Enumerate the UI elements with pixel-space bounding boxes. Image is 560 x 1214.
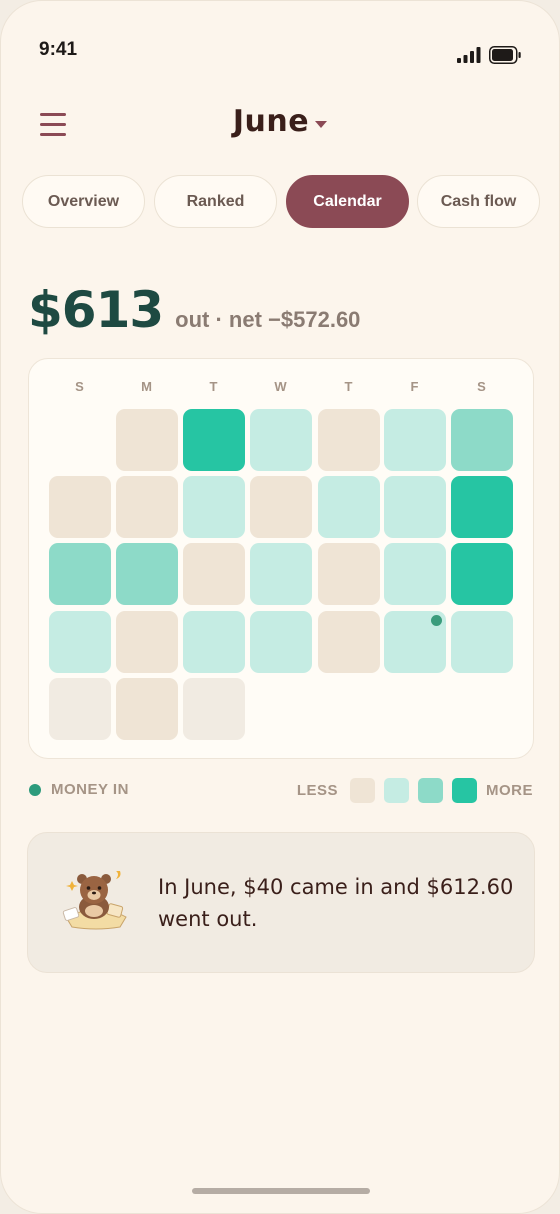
calendar-day-cell[interactable] xyxy=(451,476,513,538)
view-tabs: Overview Ranked Calendar Cash flow xyxy=(22,175,540,228)
calendar-day-cell[interactable] xyxy=(318,543,380,605)
calendar-heatmap: SMTWTFS xyxy=(28,358,534,759)
weekday-header: S xyxy=(75,379,85,394)
calendar-day-cell[interactable] xyxy=(116,678,178,740)
status-time: 9:41 xyxy=(39,39,78,60)
calendar-day-cell[interactable] xyxy=(250,611,312,673)
insight-card: In June, $40 came in and $612.60 went ou… xyxy=(27,832,535,973)
month-selector[interactable]: June xyxy=(1,104,559,139)
legend-swatch-high xyxy=(452,778,477,803)
legend-swatch-mid xyxy=(418,778,443,803)
calendar-day-cell[interactable] xyxy=(49,543,111,605)
calendar-day-cell[interactable] xyxy=(318,611,380,673)
spending-summary: $613 out · net −$572.60 xyxy=(28,281,360,339)
calendar-day-cell[interactable] xyxy=(49,611,111,673)
calendar-day-cell[interactable] xyxy=(250,543,312,605)
total-out-amount: $613 xyxy=(28,281,164,339)
calendar-day-cell[interactable] xyxy=(384,543,446,605)
calendar-day-cell xyxy=(183,678,245,740)
weekday-header: S xyxy=(477,379,487,394)
intensity-legend: LESS MORE xyxy=(297,778,533,803)
calendar-day-cell[interactable] xyxy=(250,476,312,538)
insight-text: In June, $40 came in and $612.60 went ou… xyxy=(158,875,514,931)
calendar-day-cell[interactable] xyxy=(183,611,245,673)
calendar-day-cell[interactable] xyxy=(318,409,380,471)
calendar-day-cell[interactable] xyxy=(451,543,513,605)
calendar-day-cell[interactable] xyxy=(183,543,245,605)
home-indicator[interactable] xyxy=(192,1188,370,1194)
tab-overview[interactable]: Overview xyxy=(22,175,145,228)
weekday-header: W xyxy=(274,379,288,394)
legend-swatch-none xyxy=(350,778,375,803)
battery-icon xyxy=(489,46,521,64)
calendar-day-cell[interactable] xyxy=(451,611,513,673)
calendar-day-cell[interactable] xyxy=(250,409,312,471)
calendar-day-cell[interactable] xyxy=(49,476,111,538)
weekday-header: T xyxy=(344,379,354,394)
money-in-dot-icon xyxy=(430,614,443,627)
calendar-day-cell xyxy=(49,678,111,740)
phone-screen: 9:41 June Overview Ranked Calendar Cash … xyxy=(0,0,560,1214)
calendar-day-cell[interactable] xyxy=(318,476,380,538)
calendar-day-cell[interactable] xyxy=(384,476,446,538)
legend-less-label: LESS xyxy=(296,782,338,799)
calendar-day-cell[interactable] xyxy=(384,409,446,471)
calendar-day-cell[interactable] xyxy=(183,476,245,538)
calendar-day-cell[interactable] xyxy=(451,409,513,471)
bear-mascot-icon xyxy=(62,871,127,930)
cellular-signal-icon xyxy=(457,47,481,63)
tab-calendar[interactable]: Calendar xyxy=(286,175,409,228)
calendar-day-cell[interactable] xyxy=(116,476,178,538)
calendar-day-cell[interactable] xyxy=(183,409,245,471)
tab-ranked[interactable]: Ranked xyxy=(154,175,277,228)
money-in-legend: MONEY IN xyxy=(29,781,129,798)
calendar-day-cell[interactable] xyxy=(116,611,178,673)
calendar-day-cell[interactable] xyxy=(384,611,446,673)
weekday-header: F xyxy=(410,379,420,394)
tab-cash-flow[interactable]: Cash flow xyxy=(417,175,540,228)
chevron-down-icon xyxy=(315,121,328,128)
legend-more-label: MORE xyxy=(486,782,533,799)
money-in-dot-icon xyxy=(29,783,41,796)
month-label: June xyxy=(232,104,310,139)
weekday-header: M xyxy=(141,379,153,394)
money-in-label: MONEY IN xyxy=(51,781,129,798)
calendar-day-cell[interactable] xyxy=(116,409,178,471)
calendar-day-cell[interactable] xyxy=(116,543,178,605)
legend-swatch-low xyxy=(384,778,409,803)
weekday-header: T xyxy=(209,379,219,394)
net-summary: out · net −$572.60 xyxy=(175,307,361,332)
